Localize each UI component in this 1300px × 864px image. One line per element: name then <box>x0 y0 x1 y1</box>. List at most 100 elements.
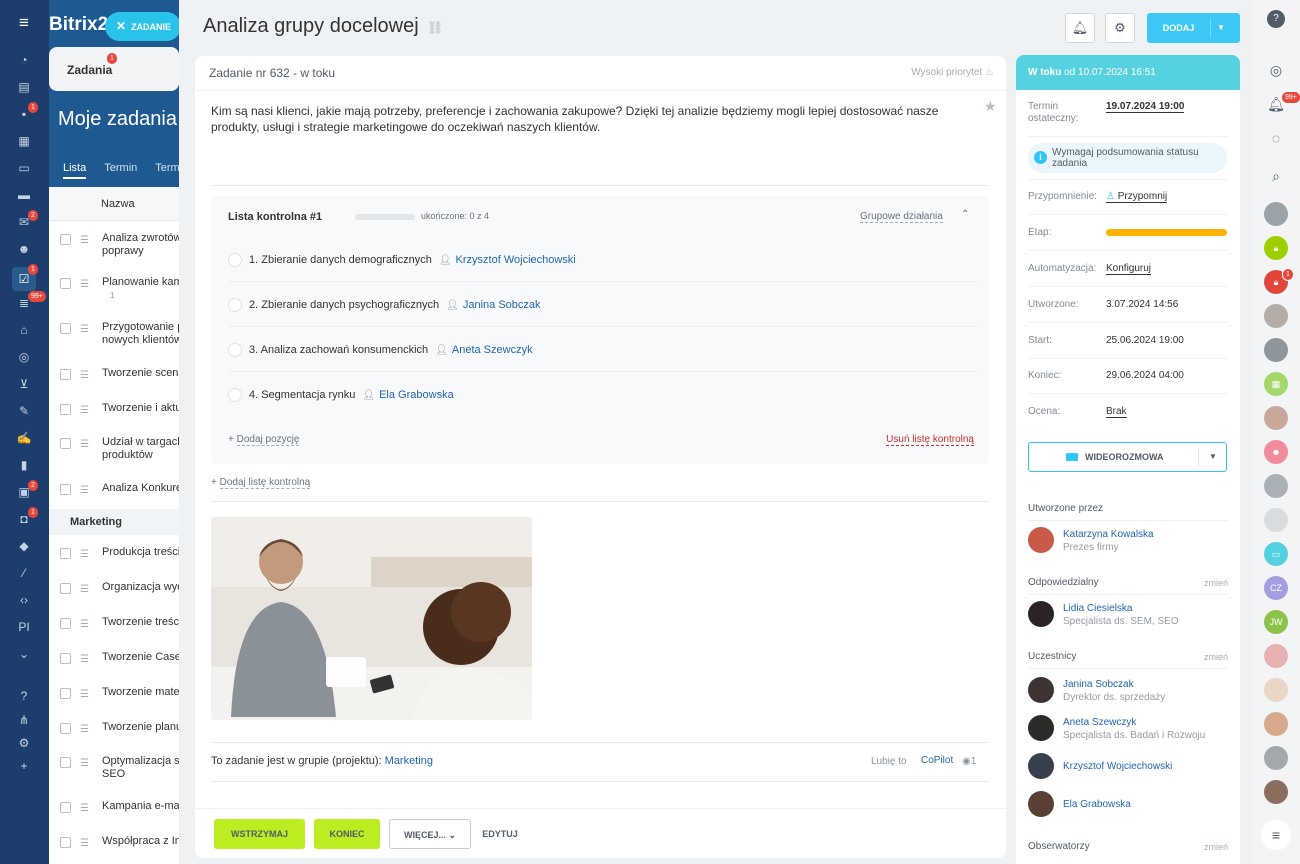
avatar-initials[interactable]: JW <box>1264 610 1288 634</box>
add-button[interactable]: DODAJ ▼ <box>1147 13 1240 43</box>
nav-help-icon[interactable]: ? <box>15 687 33 705</box>
table-row[interactable]: ☰ Planowanie kam 1 <box>49 276 189 302</box>
delete-checklist-link[interactable]: Usuń listę kontrolną <box>886 434 974 446</box>
finish-button[interactable]: KONIEC <box>314 819 380 849</box>
change-responsible-link[interactable]: zmień <box>1204 578 1228 588</box>
avatar[interactable] <box>1264 678 1288 702</box>
copilot-link[interactable]: CoPilot <box>921 755 953 766</box>
nav-settings-icon[interactable]: ⚙ <box>15 734 33 752</box>
participant-name[interactable]: Aneta Szewczyk <box>1063 717 1136 728</box>
rating-value[interactable]: Brak <box>1106 406 1127 418</box>
reminder-link[interactable]: ♙ Przypomnij <box>1106 191 1168 203</box>
group-actions-link[interactable]: Grupowe działania <box>860 211 943 223</box>
add-checklist-link[interactable]: + Dodaj listę kontrolną <box>211 477 311 489</box>
avatar[interactable] <box>1028 753 1054 779</box>
more-button[interactable]: WIĘCEJ... ⌄ <box>389 819 471 849</box>
tab-term[interactable]: Term <box>155 162 179 174</box>
table-row[interactable]: ☰ Tworzenie mate <box>49 686 189 700</box>
checklist-item-text[interactable]: 4. Segmentacja rynku <box>249 389 355 401</box>
responsible-name[interactable]: Lidia Ciesielska <box>1063 603 1132 614</box>
tab-lista[interactable]: Lista <box>63 162 87 179</box>
avatar[interactable] <box>1264 202 1288 226</box>
automation-link[interactable]: Konfiguruj <box>1106 263 1152 275</box>
avatar[interactable] <box>1264 508 1288 532</box>
table-row[interactable]: ☰ Kampania e-mai <box>49 800 189 814</box>
nav-messenger-icon[interactable]: ▤ <box>15 78 33 96</box>
lock-icon[interactable]: 🔒︎ <box>1264 236 1288 260</box>
nav-shop-icon[interactable]: ⊻ <box>15 375 33 393</box>
nav-signature-icon[interactable]: ✍ <box>15 429 33 447</box>
require-summary-toggle[interactable]: i Wymagaj podsumowania statusu zadania <box>1028 143 1227 173</box>
copilot-icon[interactable]: ◎ <box>1264 58 1288 82</box>
nav-docs-icon[interactable]: ▭ <box>15 159 33 177</box>
nav-sitemap-icon[interactable]: ⋔ <box>15 711 33 729</box>
avatar[interactable] <box>1264 780 1288 804</box>
close-slider-button[interactable]: ✕ ZADANIE <box>105 12 181 41</box>
creator-name[interactable]: Katarzyna Kowalska <box>1063 529 1154 540</box>
nav-reports-icon[interactable]: ▮ <box>15 456 33 474</box>
edit-button[interactable]: EDYTUJ <box>474 819 526 849</box>
nav-add-icon[interactable]: + <box>15 757 33 775</box>
change-participants-link[interactable]: zmień <box>1204 652 1228 662</box>
checklist-item-text[interactable]: 2. Zbieranie danych psychograficznych <box>249 299 439 311</box>
checklist-item-person[interactable]: Aneta Szewczyk <box>452 344 533 356</box>
nav-pi-label[interactable]: PI <box>15 618 33 636</box>
settings-button[interactable]: ⚙ <box>1105 13 1135 43</box>
avatar[interactable] <box>1264 712 1288 736</box>
avatar[interactable] <box>1028 791 1054 817</box>
checklist-item-person[interactable]: Ela Grabowska <box>379 389 454 401</box>
table-row[interactable]: ☰ Tworzenie scena <box>49 367 189 381</box>
help-icon[interactable]: ? <box>1267 10 1285 28</box>
checklist-item-checkbox[interactable] <box>228 388 242 402</box>
avatar[interactable] <box>1028 677 1054 703</box>
checklist-item-person[interactable]: Krzysztof Wojciechowski <box>456 254 576 266</box>
avatar[interactable] <box>1264 304 1288 328</box>
checklist-item-checkbox[interactable] <box>228 298 242 312</box>
like-link[interactable]: Lubię to <box>871 756 907 767</box>
table-row[interactable]: ☰ Przygotowanie p nowych klientów <box>49 321 189 347</box>
pause-button[interactable]: WSTRZYMAJ <box>214 819 305 849</box>
table-row[interactable]: ☰ Optymalizacja s SEO <box>49 755 189 781</box>
nav-feed-icon[interactable]: ◔ <box>15 51 33 69</box>
table-row[interactable]: ☰ Analiza zwrotów poprawy <box>49 232 189 258</box>
stage-bar[interactable] <box>1106 229 1227 236</box>
video-call-button[interactable]: WIDEOROZMOWA ▼ <box>1028 442 1227 472</box>
chat-bubble-icon[interactable]: ▭ <box>1264 542 1288 566</box>
tab-termin[interactable]: Termin <box>104 162 137 174</box>
avatar[interactable] <box>1028 601 1054 627</box>
nav-sign-icon[interactable]: ✎ <box>15 402 33 420</box>
chat-icon[interactable]: ◌ <box>1264 126 1288 150</box>
table-row[interactable]: ☰ Tworzenie planu <box>49 721 189 735</box>
avatar-initials[interactable]: CZ <box>1264 576 1288 600</box>
star-icon[interactable]: ★ <box>984 98 997 115</box>
nav-market-icon[interactable]: ⁄ <box>15 564 33 582</box>
calendar-icon[interactable]: ▦ <box>1264 372 1288 396</box>
link-icon[interactable]: ⛓ <box>427 20 444 35</box>
participant-name[interactable]: Ela Grabowska <box>1063 799 1131 810</box>
avatar[interactable] <box>1028 527 1054 553</box>
attached-photo[interactable] <box>211 517 532 720</box>
table-row[interactable]: ☰ Tworzenie Case <box>49 651 189 665</box>
group-icon[interactable]: ☻ <box>1264 440 1288 464</box>
nav-store-icon[interactable]: ◆ <box>15 537 33 555</box>
avatar[interactable] <box>1264 644 1288 668</box>
bell-button[interactable]: 🔔︎ <box>1065 13 1095 43</box>
table-row[interactable]: ☰ Analiza Konkure <box>49 482 189 496</box>
add-item-link[interactable]: + Dodaj pozycję <box>228 434 300 446</box>
project-link[interactable]: Marketing <box>385 755 433 767</box>
priority-toggle[interactable]: Wysoki priorytet ♨ <box>911 67 994 78</box>
checklist-item-text[interactable]: 3. Analiza zachowań konsumenckich <box>249 344 428 356</box>
nav-drive-icon[interactable]: ▬ <box>15 186 33 204</box>
chevron-up-icon[interactable]: ⌃ <box>961 209 969 220</box>
table-row[interactable]: ☰ Produkcja treści <box>49 546 189 560</box>
participant-name[interactable]: Krzysztof Wojciechowski <box>1063 761 1172 772</box>
participant-name[interactable]: Janina Sobczak <box>1063 679 1134 690</box>
nav-calendar-icon[interactable]: ▦ <box>15 132 33 150</box>
avatar[interactable] <box>1264 746 1288 770</box>
nav-more-icon[interactable]: ⌄ <box>15 645 33 663</box>
change-observers-link[interactable]: zmień <box>1204 842 1228 852</box>
menu-icon[interactable]: ≡ <box>14 14 34 32</box>
table-row[interactable]: ☰ Tworzenie treśc <box>49 616 189 630</box>
column-name-header[interactable]: Nazwa <box>49 187 189 221</box>
search-icon[interactable]: ⌕ <box>1264 164 1288 188</box>
